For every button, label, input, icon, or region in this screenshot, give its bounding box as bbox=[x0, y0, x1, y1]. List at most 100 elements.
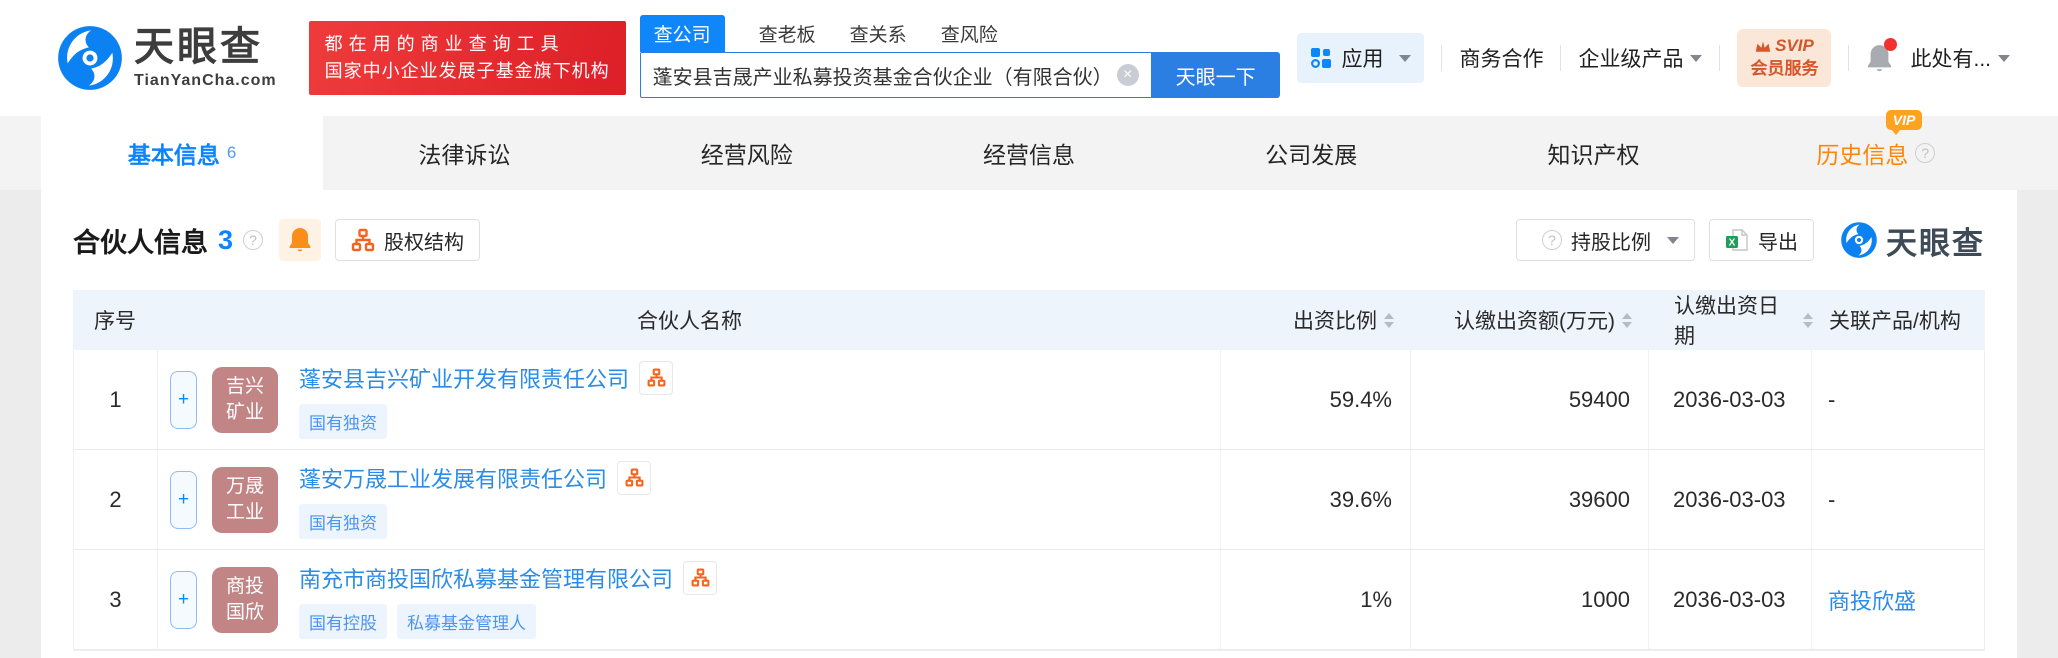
sort-icon[interactable] bbox=[1803, 313, 1813, 328]
promo-banner: 都在用的商业查询工具 国家中小企业发展子基金旗下机构 bbox=[309, 21, 626, 95]
shareholding-ratio-dropdown[interactable]: ? 持股比例 bbox=[1516, 219, 1695, 261]
company-type-tag: 私募基金管理人 bbox=[397, 604, 536, 639]
tab-business-info[interactable]: 经营信息 bbox=[888, 116, 1170, 190]
bell-icon bbox=[288, 227, 312, 253]
company-type-tag: 国有控股 bbox=[299, 604, 387, 639]
vip-badge: VIP bbox=[1886, 110, 1923, 130]
capital-ratio-value: 39.6% bbox=[1221, 450, 1411, 549]
chevron-down-icon bbox=[1399, 55, 1411, 62]
tab-label: 历史信息 bbox=[1816, 136, 1908, 170]
chevron-down-icon bbox=[1667, 237, 1679, 244]
clear-search-icon[interactable]: × bbox=[1117, 64, 1139, 86]
tab-company-development[interactable]: 公司发展 bbox=[1170, 116, 1452, 190]
svip-sub-label: 会员服务 bbox=[1750, 58, 1818, 81]
equity-structure-icon-button[interactable] bbox=[683, 561, 717, 595]
company-tab-bar: 基本信息 6 法律诉讼 经营风险 经营信息 公司发展 知识产权 历史信息 VIP… bbox=[0, 116, 2058, 190]
equity-structure-button[interactable]: 股权结构 bbox=[335, 219, 480, 261]
related-product-value: - bbox=[1812, 350, 1984, 449]
search-button[interactable]: 天眼一下 bbox=[1152, 52, 1280, 98]
partner-cell: + 吉兴 矿业 蓬安县吉兴矿业开发有限责任公司 bbox=[158, 350, 1221, 449]
sort-icon[interactable] bbox=[1622, 313, 1632, 328]
sort-icon[interactable] bbox=[1384, 313, 1394, 328]
tianyancha-logo[interactable]: 天眼查 TianYanCha.com bbox=[56, 24, 277, 92]
capital-ratio-value: 1% bbox=[1221, 550, 1411, 649]
svg-text:X: X bbox=[1729, 238, 1736, 249]
promo-line1: 都在用的商业查询工具 bbox=[325, 31, 610, 58]
org-chart-icon bbox=[647, 368, 666, 387]
company-type-tag: 国有独资 bbox=[299, 504, 387, 539]
subscribed-amount-value: 59400 bbox=[1411, 350, 1649, 449]
divider bbox=[1441, 45, 1442, 71]
tab-legal-proceedings[interactable]: 法律诉讼 bbox=[323, 116, 605, 190]
org-chart-icon bbox=[691, 568, 710, 587]
expand-button[interactable]: + bbox=[170, 571, 197, 629]
subscribed-date-value: 2036-03-03 bbox=[1649, 550, 1812, 649]
search-input-box: × bbox=[640, 52, 1152, 98]
company-name-link[interactable]: 南充市商投国欣私募基金管理有限公司 bbox=[299, 562, 673, 594]
col-subscribed-amount[interactable]: 认缴出资额(万元) bbox=[1412, 305, 1650, 335]
apps-button[interactable]: 应用 bbox=[1297, 33, 1424, 83]
table-header-row: 序号 合伙人名称 出资比例 认缴出资额(万元) 认缴出资日期 关联产品/机构 bbox=[73, 290, 1985, 350]
divider bbox=[1560, 45, 1561, 71]
avatar-line1: 万晟 bbox=[226, 474, 264, 500]
tianyancha-swirl-icon bbox=[56, 24, 124, 92]
company-type-tag: 国有独资 bbox=[299, 404, 387, 439]
table-row: 3 + 商投 国欣 南充市商投国欣私募基金管理有限公司 bbox=[74, 550, 1984, 650]
crown-icon bbox=[1755, 40, 1771, 53]
search-input[interactable] bbox=[653, 64, 1117, 87]
chevron-down-icon bbox=[1690, 55, 1702, 62]
watermark-text: 天眼查 bbox=[1886, 218, 1985, 263]
tab-label: 经营信息 bbox=[983, 136, 1075, 170]
subscribed-amount-value: 39600 bbox=[1411, 450, 1649, 549]
subscribed-amount-value: 1000 bbox=[1411, 550, 1649, 649]
tab-intellectual-property[interactable]: 知识产权 bbox=[1452, 116, 1734, 190]
watermark-logo: 天眼查 bbox=[1840, 218, 1985, 263]
avatar-line2: 国欣 bbox=[226, 600, 264, 626]
chevron-down-icon bbox=[1998, 55, 2010, 62]
table-row: 1 + 吉兴 矿业 蓬安县吉兴矿业开发有限责任公司 bbox=[74, 350, 1984, 450]
org-chart-icon bbox=[351, 228, 375, 252]
related-product-value[interactable]: 商投欣盛 bbox=[1812, 550, 1984, 649]
equity-structure-icon-button[interactable] bbox=[639, 361, 673, 395]
help-icon: ? bbox=[1915, 143, 1935, 163]
svip-badge[interactable]: SVIP 会员服务 bbox=[1737, 29, 1831, 87]
svip-label: SVIP bbox=[1775, 35, 1814, 58]
company-name-link[interactable]: 蓬安万晟工业发展有限责任公司 bbox=[299, 462, 607, 494]
company-avatar: 吉兴 矿业 bbox=[212, 367, 278, 433]
company-block: 南充市商投国欣私募基金管理有限公司 国有控股私募基金管理人 bbox=[299, 561, 717, 639]
export-button[interactable]: X 导出 bbox=[1709, 219, 1814, 261]
export-label: 导出 bbox=[1758, 226, 1798, 255]
search-tab-relation[interactable]: 查关系 bbox=[850, 20, 907, 52]
expand-button[interactable]: + bbox=[170, 471, 197, 529]
expand-button[interactable]: + bbox=[170, 371, 197, 429]
company-name-link[interactable]: 蓬安县吉兴矿业开发有限责任公司 bbox=[299, 362, 629, 394]
tab-label: 公司发展 bbox=[1265, 136, 1357, 170]
search-block: 查公司 查老板 查关系 查风险 × 天眼一下 bbox=[640, 18, 1280, 98]
tab-basic-info[interactable]: 基本信息 6 bbox=[41, 116, 323, 190]
monitor-bell-button[interactable] bbox=[279, 219, 321, 261]
search-tab-boss[interactable]: 查老板 bbox=[759, 20, 816, 52]
col-partner-name: 合伙人名称 bbox=[157, 305, 1222, 335]
search-tab-risk[interactable]: 查风险 bbox=[941, 20, 998, 52]
section-count: 3 bbox=[218, 225, 233, 256]
tab-label: 基本信息 bbox=[128, 136, 220, 170]
tab-history-info[interactable]: 历史信息 VIP ? bbox=[1735, 116, 2017, 190]
help-icon: ? bbox=[1542, 230, 1562, 250]
nav-item-enterprise[interactable]: 企业级产品 bbox=[1578, 43, 1702, 73]
col-related-product: 关联产品/机构 bbox=[1813, 305, 1985, 335]
divider bbox=[1848, 45, 1849, 71]
tab-label: 知识产权 bbox=[1548, 136, 1640, 170]
tianyancha-swirl-icon bbox=[1840, 221, 1878, 259]
tab-operating-risk[interactable]: 经营风险 bbox=[606, 116, 888, 190]
nav-item-cooperation[interactable]: 商务合作 bbox=[1459, 43, 1543, 73]
avatar-line1: 商投 bbox=[226, 574, 264, 600]
col-capital-ratio[interactable]: 出资比例 bbox=[1222, 305, 1412, 335]
enterprise-label: 企业级产品 bbox=[1578, 43, 1683, 73]
search-tab-company[interactable]: 查公司 bbox=[640, 15, 725, 52]
equity-structure-icon-button[interactable] bbox=[617, 461, 651, 495]
notification-bell-button[interactable] bbox=[1866, 44, 1893, 73]
user-menu[interactable]: 此处有... bbox=[1910, 43, 2010, 73]
subscribed-date-value: 2036-03-03 bbox=[1649, 450, 1812, 549]
capital-ratio-value: 59.4% bbox=[1221, 350, 1411, 449]
col-subscribed-date[interactable]: 认缴出资日期 bbox=[1650, 290, 1813, 350]
